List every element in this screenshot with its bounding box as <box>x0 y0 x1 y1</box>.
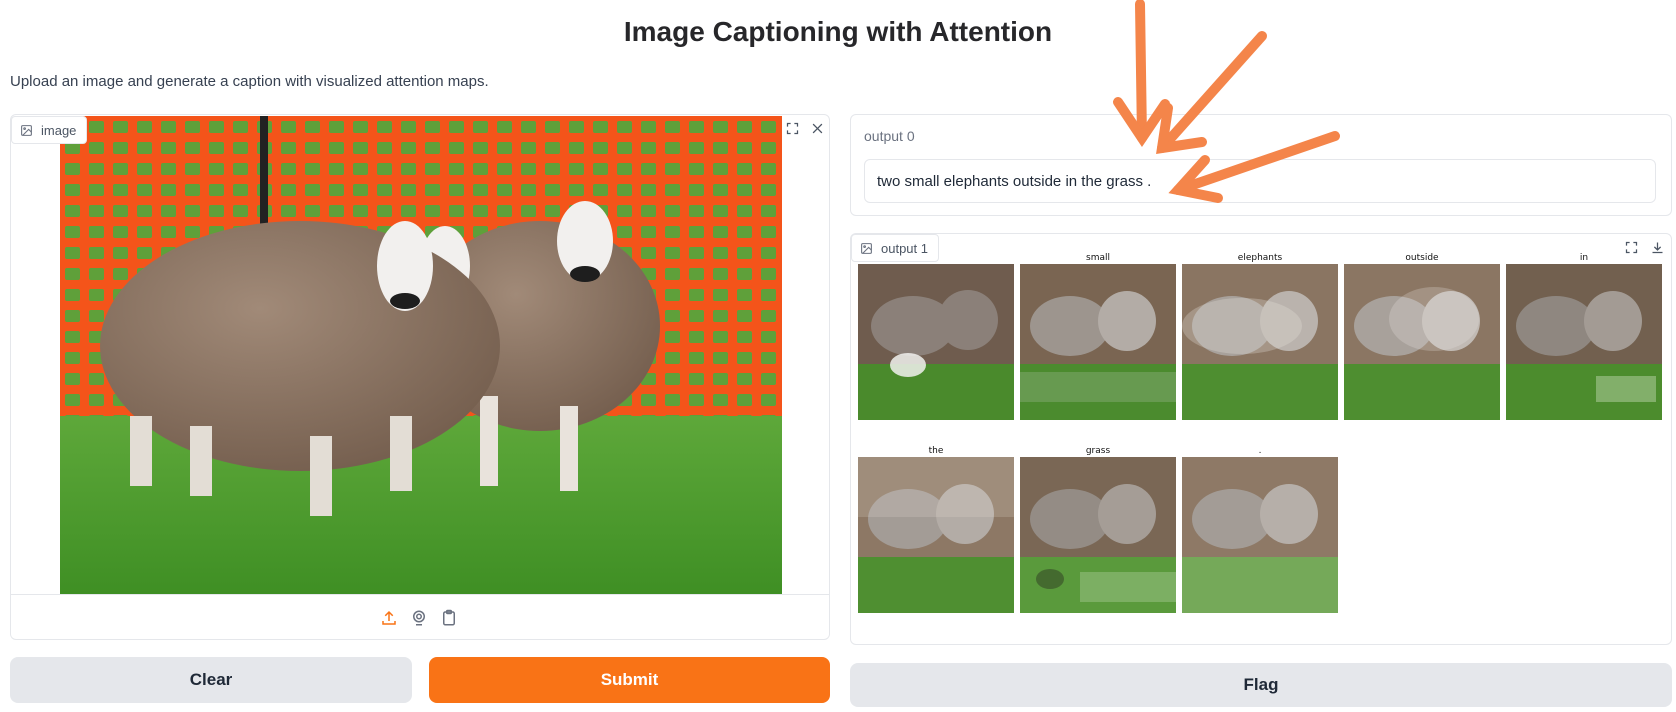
fullscreen-icon <box>786 122 798 134</box>
fullscreen-button[interactable] <box>781 117 803 139</box>
attention-map-cell: in <box>1506 252 1662 420</box>
clear-button[interactable]: Clear <box>10 657 412 703</box>
source-divider <box>11 594 829 595</box>
attention-word: the <box>928 446 944 456</box>
caption-textbox[interactable]: two small elephants outside in the grass… <box>864 159 1656 203</box>
webcam-icon <box>413 610 425 626</box>
attention-word: . <box>1258 446 1262 456</box>
attention-map-cell: outside <box>1344 252 1500 420</box>
webcam-source-button[interactable] <box>407 606 431 630</box>
output-0-label: output 0 <box>864 128 915 144</box>
uploaded-image <box>60 116 782 594</box>
attention-map-image <box>858 457 1014 613</box>
attention-word: grass <box>1085 446 1111 456</box>
attention-map-image <box>1344 264 1500 420</box>
attention-map-image <box>1182 264 1338 420</box>
clipboard-icon <box>443 609 455 626</box>
attention-word: in <box>1579 253 1589 263</box>
attention-word: outside <box>1405 253 1439 263</box>
output-1-label-text: output 1 <box>881 240 928 256</box>
upload-source-button[interactable] <box>377 606 401 630</box>
attention-map-cell: two <box>858 252 1014 420</box>
attention-map-image <box>1506 264 1662 420</box>
upload-icon <box>382 610 396 625</box>
output-1-label: output 1 <box>851 234 939 262</box>
attention-map-cell: . <box>1182 445 1338 613</box>
attention-map-image <box>1182 457 1338 613</box>
image-icon <box>21 124 32 136</box>
flag-button[interactable]: Flag <box>850 663 1672 707</box>
attention-map-image <box>1020 264 1176 420</box>
attention-map-cell: the <box>858 445 1014 613</box>
close-icon <box>812 123 822 133</box>
attention-map-cell: small <box>1020 252 1176 420</box>
image-input-label: image <box>11 116 88 144</box>
image-icon <box>861 242 872 254</box>
clipboard-source-button[interactable] <box>437 606 461 630</box>
attention-map-cell: grass <box>1020 445 1176 613</box>
attention-map-image <box>1020 457 1176 613</box>
page-title: Image Captioning with Attention <box>623 16 1053 47</box>
attention-word: elephants <box>1237 253 1283 263</box>
attention-word: small <box>1086 253 1110 263</box>
attention-map-cell: elephants <box>1182 252 1338 420</box>
page-description: Upload an image and generate a caption w… <box>10 73 489 90</box>
submit-button[interactable]: Submit <box>429 657 830 703</box>
image-input-label-text: image <box>41 122 77 138</box>
clear-image-button[interactable] <box>806 117 828 139</box>
attention-map-image <box>858 264 1014 420</box>
